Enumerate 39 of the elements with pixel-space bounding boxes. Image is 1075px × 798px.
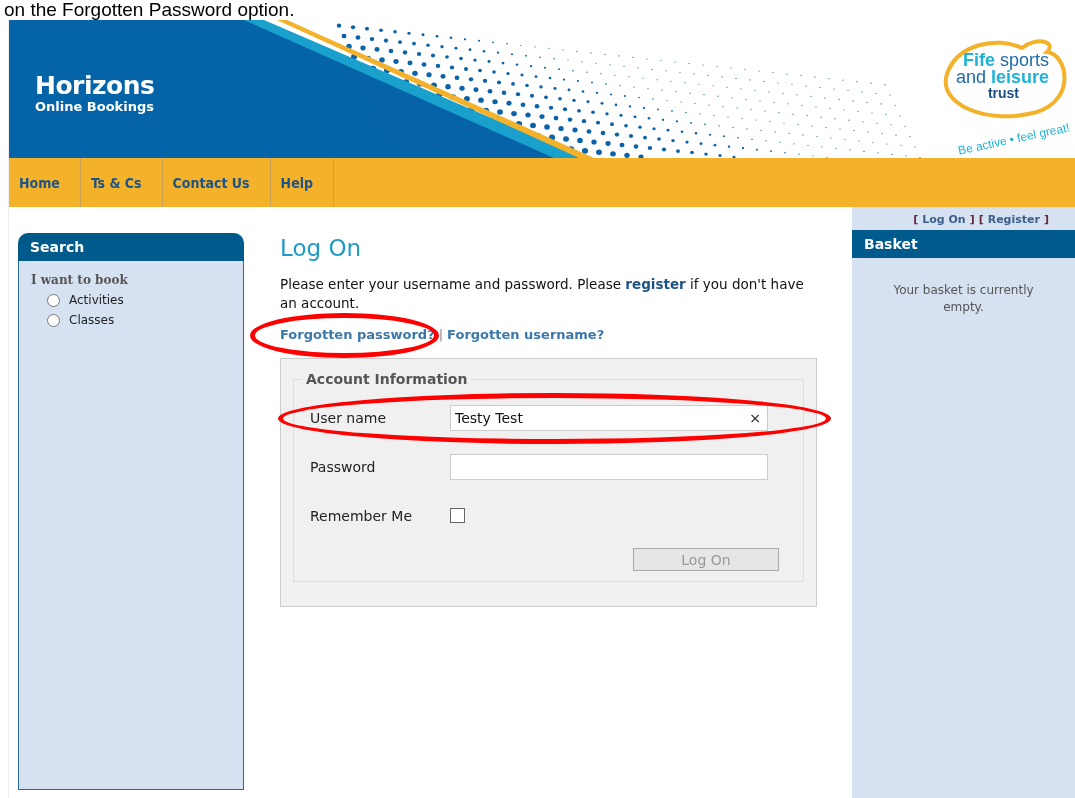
nav-link[interactable]: Contact Us [162,158,271,207]
account-link[interactable]: Log On [922,213,966,226]
field-label: User name [310,409,388,426]
field-label: Password [310,458,377,475]
checkbox[interactable] [450,508,465,523]
forgotten-username-link[interactable]: Forgotten username? [447,327,605,342]
site-subtitle: Online Bookings [35,100,155,114]
password-field[interactable] [450,453,768,480]
logo-text: trust [987,86,1019,100]
clear-icon[interactable]: × [749,409,761,426]
intro-text: Please enter your username and password. Please register if you don't have an account. [280,275,805,313]
radio-button[interactable] [47,313,60,327]
site-title: Horizons [35,72,155,100]
link-separator: | [438,327,444,342]
forgotten-password-link[interactable]: Forgotten password? [280,327,435,342]
basket-header: Basket [852,230,1075,258]
nav-link[interactable]: Home [9,158,81,207]
logo-text: Fife sports [962,52,1049,69]
logo-text: and leisure [955,69,1049,86]
basket-message: Your basket is currently empty. [892,282,1035,316]
search-panel-header: Search [18,233,244,261]
bracket-text: [ [913,213,919,226]
field-label: Remember Me [310,507,413,524]
radio-button[interactable] [47,293,60,307]
search-heading: I want to book [31,273,129,287]
nav-link[interactable]: Ts & Cs [80,158,163,207]
radio-label: Activities [69,293,124,307]
logo-tagline: Be active • feel great! [957,120,1072,158]
bracket-text: ] [1043,213,1049,226]
caption-text: on the Forgotten Password option. [4,0,295,20]
account-link[interactable]: Register [987,213,1040,226]
input-field[interactable]: Testy Test × [450,404,768,431]
bracket-text: ] [969,213,975,226]
fieldset-legend: Account Information [302,371,472,387]
radio-label: Classes [69,313,115,327]
nav-link[interactable]: Help [270,158,334,207]
page-title: Log On [280,235,363,261]
bracket-text: [ [978,213,984,226]
register-link[interactable]: register [625,276,686,292]
